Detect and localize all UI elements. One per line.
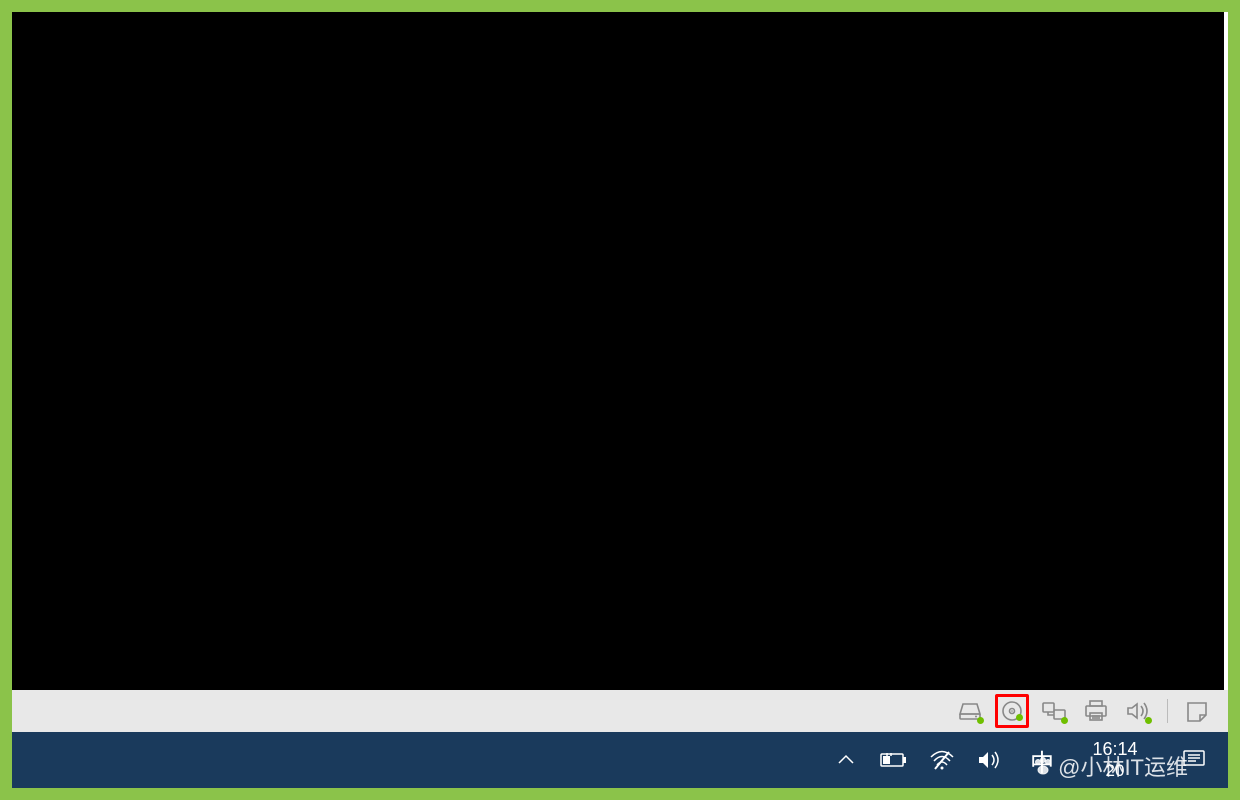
statusbar-separator (1167, 699, 1168, 723)
host-taskbar: 中 16:14 20 @小林IT运维 (12, 732, 1228, 788)
status-dot-icon (1061, 717, 1068, 724)
tray-overflow-button[interactable] (832, 740, 860, 780)
vm-network-icon[interactable] (1037, 694, 1071, 728)
clock-date-prefix: 20 (1080, 761, 1150, 781)
vm-sound-icon[interactable] (1121, 694, 1155, 728)
action-center-button[interactable] (1180, 740, 1208, 780)
clock-time: 16:14 (1080, 739, 1150, 761)
status-dot-icon (1145, 717, 1152, 724)
status-dot-icon (1016, 714, 1023, 721)
volume-icon (977, 749, 1003, 771)
vm-hdd-icon[interactable] (953, 694, 987, 728)
vm-guest-screen[interactable] (12, 12, 1228, 690)
tray-wifi-icon[interactable] (928, 740, 956, 780)
chevron-up-icon (837, 753, 855, 767)
ime-indicator[interactable]: 中 (1024, 743, 1060, 778)
battery-icon (880, 752, 908, 768)
vm-printer-icon[interactable] (1079, 694, 1113, 728)
vm-statusbar (12, 690, 1228, 732)
taskbar-clock[interactable]: 16:14 20 (1080, 739, 1150, 781)
notification-icon (1182, 749, 1206, 771)
tray-battery-icon[interactable] (880, 740, 908, 780)
tray-volume-icon[interactable] (976, 740, 1004, 780)
vm-display-icon[interactable] (1180, 694, 1214, 728)
status-dot-icon (977, 717, 984, 724)
vm-optical-disc-icon[interactable] (995, 694, 1029, 728)
printer-icon (1083, 699, 1109, 723)
wifi-icon (929, 749, 955, 771)
vm-window: 中 16:14 20 @小林IT运维 (12, 12, 1228, 788)
note-icon (1185, 700, 1209, 722)
